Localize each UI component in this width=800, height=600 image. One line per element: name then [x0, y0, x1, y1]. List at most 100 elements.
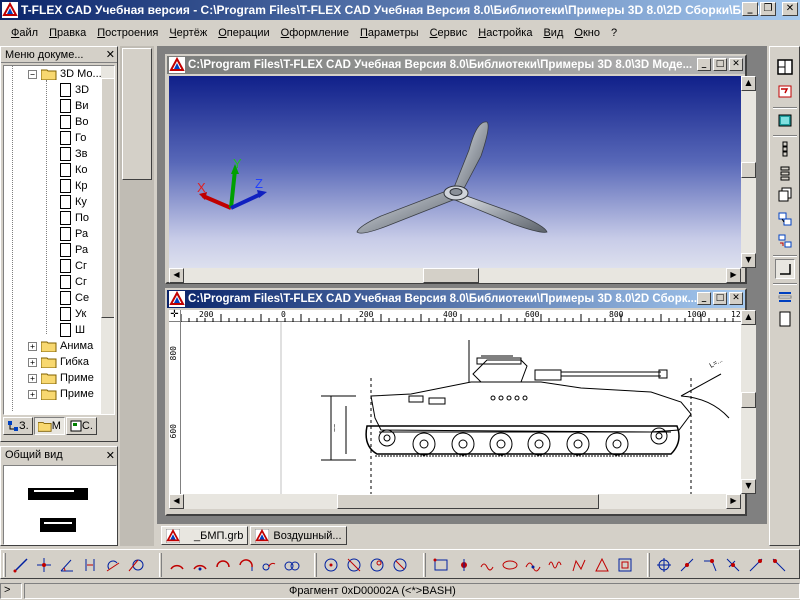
splitter-handle[interactable] — [122, 48, 152, 180]
regenerate-button[interactable] — [775, 81, 795, 101]
frame-button[interactable] — [775, 259, 795, 279]
polygon-tool-button[interactable] — [592, 555, 612, 575]
tree-item-file[interactable]: Ви — [60, 98, 88, 114]
menu-edit[interactable]: Правка — [44, 27, 92, 39]
doc-tab-air[interactable]: Воздушный... — [250, 526, 347, 545]
offset-tool-button[interactable] — [615, 555, 635, 575]
node-tool-6-button[interactable] — [769, 555, 789, 575]
spline-tool-4-button[interactable] — [546, 555, 566, 575]
tree-item-file[interactable]: Кр — [60, 178, 88, 194]
node-tool-5-button[interactable] — [746, 555, 766, 575]
scroll-up-icon[interactable]: ▲ — [741, 76, 756, 91]
tree-scroll-thumb[interactable] — [101, 78, 114, 318]
window-3d-maximize-button[interactable]: □ — [713, 58, 727, 71]
window-2d-title-bar[interactable]: C:\Program Files\T-FLEX CAD Учебная Верс… — [167, 290, 745, 308]
tree-vertical-scrollbar[interactable] — [101, 66, 114, 414]
circle-line-button[interactable] — [126, 555, 146, 575]
list-button[interactable] — [775, 163, 795, 183]
scroll-down-icon[interactable]: ▼ — [741, 479, 756, 494]
tree-item-file[interactable]: Ра — [60, 226, 88, 242]
spline-tool-1-button[interactable] — [454, 555, 474, 575]
menu-help[interactable]: ? — [606, 27, 623, 39]
node-tool-2-button[interactable] — [677, 555, 697, 575]
overview-thumbnail[interactable] — [3, 465, 117, 545]
window-2d-horizontal-scrollbar[interactable]: ◀ ▶ — [169, 494, 741, 509]
model-view-button[interactable] — [775, 111, 795, 131]
scroll-up-icon[interactable]: ▲ — [741, 310, 756, 325]
cross-lines-button[interactable] — [34, 555, 54, 575]
tree-item-file[interactable]: Ра — [60, 242, 88, 258]
polyline-tool-button[interactable] — [569, 555, 589, 575]
tree-item-file[interactable]: По — [60, 210, 89, 226]
fragments-button[interactable] — [775, 209, 795, 229]
minimize-button[interactable]: _ — [742, 2, 758, 16]
tangent-line-button[interactable] — [103, 555, 123, 575]
rect-tool-button[interactable] — [431, 555, 451, 575]
tree-item-file[interactable]: Ку — [60, 194, 87, 210]
scroll-thumb[interactable] — [423, 268, 479, 283]
pages-button[interactable] — [775, 185, 795, 205]
layers-button[interactable] — [775, 139, 795, 159]
window-3d-horizontal-scrollbar[interactable]: ◀ ▶ — [169, 268, 741, 283]
scroll-thumb[interactable] — [741, 392, 756, 408]
menu-drawing[interactable]: Чертёж — [164, 27, 213, 39]
tree-folder-bending[interactable]: + Гибка — [28, 354, 89, 370]
ruler-corner-icon[interactable]: ✛ — [169, 310, 181, 322]
menu-operations[interactable]: Операции — [213, 27, 275, 39]
menu-file[interactable]: Файл — [6, 27, 44, 39]
tree-item-root[interactable]: − 3D Мо... — [28, 66, 102, 82]
tab-structure[interactable]: С. — [65, 417, 97, 435]
ellipse-tool-button[interactable] — [500, 555, 520, 575]
tree-folder-examples-2[interactable]: + Приме — [28, 386, 94, 402]
tree-item-file[interactable]: Зв — [60, 146, 88, 162]
angle-line-button[interactable] — [57, 555, 77, 575]
scroll-down-icon[interactable]: ▼ — [741, 253, 756, 268]
scroll-left-icon[interactable]: ◀ — [169, 494, 184, 509]
arc-tool-3-button[interactable] — [213, 555, 233, 575]
node-tool-1-button[interactable] — [654, 555, 674, 575]
scroll-right-icon[interactable]: ▶ — [726, 268, 741, 283]
tab-menu[interactable]: М — [33, 417, 65, 435]
circle-tool-4-button[interactable] — [390, 555, 410, 575]
overview-close-icon[interactable]: ✕ — [106, 449, 115, 462]
tree-item-file[interactable]: Во — [60, 114, 88, 130]
expand-icon[interactable]: + — [28, 357, 37, 367]
window-2d-close-button[interactable]: ✕ — [729, 292, 743, 305]
scroll-right-icon[interactable]: ▶ — [726, 494, 741, 509]
spline-tool-2-button[interactable] — [477, 555, 497, 575]
tree-item-file[interactable]: Се — [60, 290, 89, 306]
split-windows-button[interactable] — [775, 57, 795, 77]
window-3d-close-button[interactable]: ✕ — [729, 58, 743, 71]
tree-item-file[interactable]: Ш — [60, 322, 85, 338]
menu-parameters[interactable]: Параметры — [355, 27, 425, 39]
tree-item-file[interactable]: 3D — [60, 82, 89, 98]
menu-design[interactable]: Оформление — [276, 27, 355, 39]
menu-window[interactable]: Окно — [569, 27, 606, 39]
scroll-thumb[interactable] — [741, 162, 756, 178]
assembly-button[interactable] — [775, 231, 795, 251]
main-title-bar[interactable]: T-FLEX CAD Учебная версия - C:\Program F… — [0, 0, 800, 20]
menu-construct[interactable]: Построения — [92, 27, 164, 39]
arc-tool-5-button[interactable] — [259, 555, 279, 575]
arc-tool-1-button[interactable] — [167, 555, 187, 575]
parallel-line-button[interactable] — [80, 555, 100, 575]
window-2d-vertical-scrollbar[interactable]: ▲ ▼ — [741, 310, 756, 494]
tab-3d[interactable]: З. — [3, 417, 33, 435]
page-view-button[interactable] — [775, 309, 795, 329]
tree-item-file[interactable]: Ук — [60, 306, 86, 322]
panel-splitter[interactable] — [120, 46, 154, 546]
window-3d-title-bar[interactable]: C:\Program Files\T-FLEX CAD Учебная Верс… — [167, 56, 745, 74]
window-3d-minimize-button[interactable]: _ — [697, 58, 711, 71]
document-menu-close-icon[interactable]: ✕ — [106, 48, 115, 61]
spline-tool-3-button[interactable] — [523, 555, 543, 575]
viewport-3d[interactable]: X Y Z — [169, 76, 741, 268]
arc-tool-6-button[interactable] — [282, 555, 302, 575]
circle-tool-2-button[interactable] — [344, 555, 364, 575]
tree-item-file[interactable]: Го — [60, 130, 86, 146]
menu-settings[interactable]: Настройка — [473, 27, 538, 39]
tree-item-file[interactable]: Сг — [60, 274, 87, 290]
zoom-window-button[interactable] — [775, 287, 795, 307]
window-2d-maximize-button[interactable]: □ — [713, 292, 727, 305]
window-2d-minimize-button[interactable]: _ — [697, 292, 711, 305]
menu-view[interactable]: Вид — [538, 27, 569, 39]
